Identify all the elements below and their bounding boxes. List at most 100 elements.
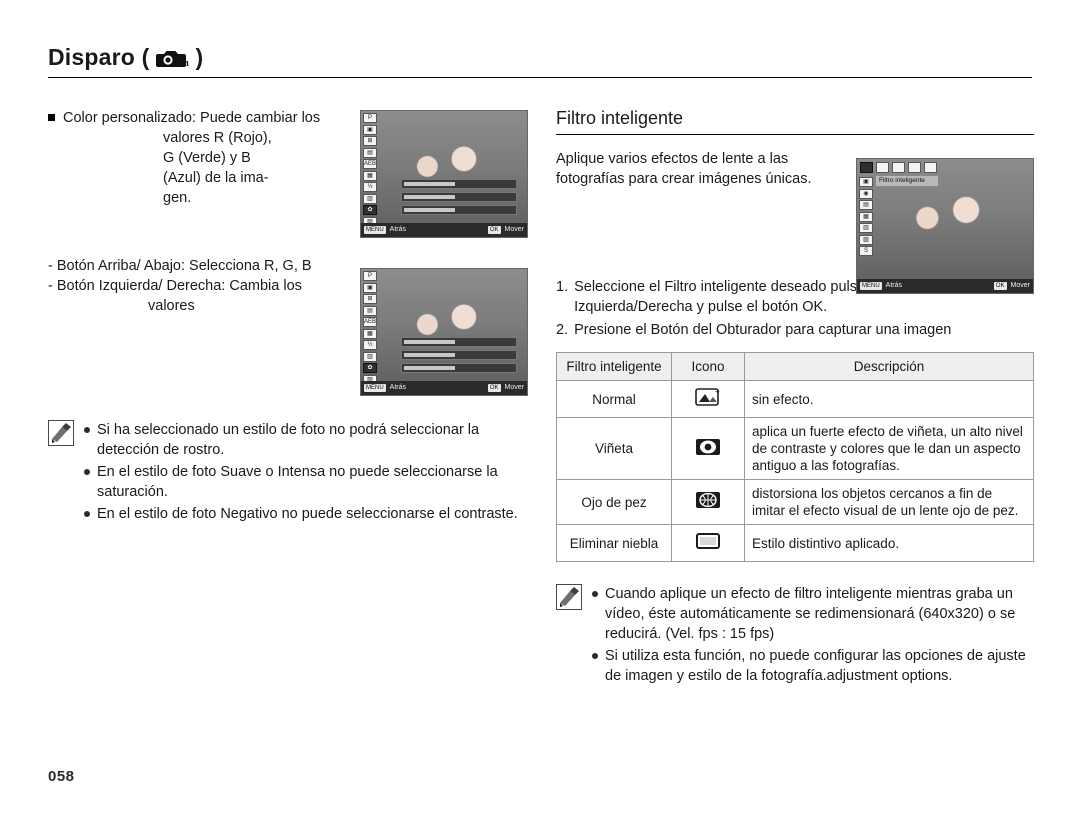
intro-line-2: fotografías para crear imágenes únicas. (556, 171, 812, 187)
note-pencil-icon (556, 584, 582, 610)
camera-screen-custom-color-1: P ▣ ⊞ ▤ AEB ▦ ½ ▥ ✿ ▧ S MENU Atrás OK Mo… (360, 110, 528, 238)
menu-key-icon: MENU (364, 384, 386, 392)
filter-description: Estilo distintivo aplicado. (744, 524, 1034, 562)
screen-icon: ▤ (363, 147, 377, 158)
rgb-slider-g (400, 350, 518, 360)
filter-name: Ojo de pez (556, 479, 672, 525)
left-note-text: Si ha seleccionado un estilo de foto no … (97, 422, 480, 458)
screen-icon: ▦ (363, 328, 377, 339)
screen-icon-column: P ▣ ⊞ ▤ AEB ▦ ½ ▥ ✿ ▧ S (363, 271, 378, 395)
screen-icon (908, 162, 921, 173)
screen-icon: ½ (363, 340, 377, 350)
screen-icon: ▣ (363, 282, 377, 293)
screen-icon: ▧ (859, 234, 873, 245)
bullet-dot-icon (84, 469, 90, 475)
screen-icon: P (363, 271, 377, 281)
section-intro: Aplique varios efectos de lente a las fo… (556, 149, 856, 189)
screen-top-icons (860, 162, 937, 173)
back-label: Atrás (389, 384, 407, 391)
page-title-text: Disparo ( (48, 44, 150, 70)
section-divider (556, 134, 1034, 135)
custom-color-line-3: G (Verde) y B (163, 150, 251, 166)
left-note-item: En el estilo de foto Negativo no puede s… (84, 504, 528, 524)
screen-icon: ½ (363, 182, 377, 192)
step-number: 2. (556, 322, 569, 338)
vignette-filter-icon (671, 417, 745, 480)
page-header: Disparo ( Fn ) (48, 44, 1032, 78)
table-row: Viñeta aplica un fuerte efecto de viñeta… (556, 417, 1034, 480)
camera-screen-custom-color-2: P ▣ ⊞ ▤ AEB ▦ ½ ▥ ✿ ▧ S MENU Atrás OK Mo… (360, 268, 528, 396)
bullet-dot-icon (592, 653, 598, 659)
rgb-sliders (400, 337, 518, 373)
table-header-icon: Icono (671, 352, 745, 381)
filter-description: distorsiona los objetos cercanos a fin d… (744, 479, 1034, 525)
smart-filter-table: Filtro inteligente Icono Descripción Nor… (556, 352, 1034, 562)
step-item: 2. Presione el Botón del Obturador para … (556, 320, 1034, 340)
table-header-description: Descripción (744, 352, 1034, 381)
table-row: Ojo de pez distorsiona los objetos cerca… (556, 479, 1034, 525)
custom-color-line-4: (Azul) de la ima- (163, 170, 269, 186)
intro-line-1: Aplique varios efectos de lente a las (556, 151, 789, 167)
screen-photo (361, 269, 527, 395)
right-note-text: Si utiliza esta función, no puede config… (605, 648, 1026, 684)
filter-name: Eliminar niebla (556, 524, 672, 562)
screen-icon: ▣ (859, 177, 873, 187)
step-text: Presione el Botón del Obturador para cap… (574, 322, 952, 338)
smart-filter-menu: Filtro inteligente (875, 175, 939, 187)
menu-item-title: Filtro inteligente (876, 176, 938, 186)
menu-key-icon: MENU (364, 226, 386, 234)
screen-icon: ▥ (363, 193, 377, 204)
left-note-item: En el estilo de foto Suave o Intensa no … (84, 462, 528, 502)
table-row: Eliminar niebla Estilo distintivo aplica… (556, 524, 1034, 562)
page-title-close: ) (195, 44, 204, 70)
right-note-text: Cuando aplique un efecto de filtro intel… (605, 586, 1016, 642)
rgb-slider-g (400, 192, 518, 202)
move-label: Mover (504, 226, 524, 233)
camera-mode-fn-icon: Fn (155, 47, 189, 69)
screen-icon-column: P ▣ ⊞ ▤ AEB ▦ ½ ▥ ✿ ▧ S (363, 113, 378, 237)
screen-icon-selected (860, 162, 873, 173)
left-note-item: Si ha seleccionado un estilo de foto no … (84, 420, 528, 460)
right-note-item: Si utiliza esta función, no puede config… (592, 646, 1034, 686)
rgb-slider-r (400, 337, 518, 347)
ok-key-icon: OK (487, 384, 501, 392)
normal-filter-icon: + (671, 380, 745, 418)
back-label: Atrás (389, 226, 407, 233)
screen-icon: ◉ (859, 188, 873, 199)
screen-bottom-bar: MENU Atrás OK Mover (361, 381, 527, 395)
screen-icon: ▤ (859, 200, 873, 210)
page-number: 058 (48, 768, 75, 785)
rgb-sliders (400, 179, 518, 215)
screen-icon: AEB (363, 317, 377, 327)
header-divider (48, 77, 1032, 78)
move-label: Mover (504, 384, 524, 391)
custom-color-line-5: gen. (163, 190, 192, 206)
ok-key-icon: OK (487, 226, 501, 234)
filter-description: sin efecto. (744, 380, 1034, 418)
screen-icon: ⊞ (363, 136, 377, 146)
filter-description: aplica un fuerte efecto de viñeta, un al… (744, 417, 1034, 480)
svg-text:+: + (715, 387, 720, 396)
page-title: Disparo ( Fn ) (48, 44, 1032, 77)
camera-screen-smart-filter: Filtro inteligente ▣ ◉ ▤ ▦ ▥ ▧ S MENU At… (856, 158, 1034, 294)
rgb-slider-b (400, 363, 518, 373)
left-note-text: En el estilo de foto Suave o Intensa no … (97, 464, 498, 500)
screen-icon: ▤ (363, 305, 377, 316)
menu-key-icon: MENU (860, 282, 882, 290)
left-note-text: En el estilo de foto Negativo no puede s… (97, 506, 518, 522)
screen-bottom-bar: MENU Atrás OK Mover (857, 279, 1033, 293)
filter-name: Viñeta (556, 417, 672, 480)
left-notes-block: Si ha seleccionado un estilo de foto no … (48, 420, 528, 526)
screen-icon: ▥ (363, 351, 377, 362)
table-header-row: Filtro inteligente Icono Descripción (556, 352, 1034, 381)
screen-icon: ▥ (859, 223, 873, 233)
defog-filter-icon (671, 524, 745, 562)
back-label: Atrás (885, 282, 903, 289)
ok-key-icon: OK (993, 282, 1007, 290)
custom-color-line-1: Color personalizado: Puede cambiar los (63, 110, 321, 126)
screen-icon (924, 162, 937, 173)
screen-photo (361, 111, 527, 237)
bullet-dot-icon (84, 427, 90, 433)
screen-bottom-bar: MENU Atrás OK Mover (361, 223, 527, 237)
rgb-slider-r (400, 179, 518, 189)
